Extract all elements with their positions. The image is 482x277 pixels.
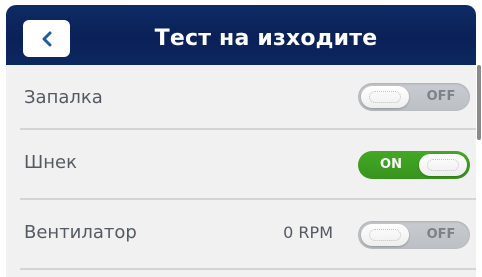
igniter-label: Запалка — [24, 87, 103, 108]
auger-label: Шнек — [24, 152, 77, 173]
fan-toggle[interactable]: OFF — [358, 221, 470, 249]
chevron-left-icon — [40, 31, 54, 47]
toggle-state-label: ON — [380, 157, 402, 172]
list-item-igniter: Запалка OFF — [6, 65, 476, 130]
toggle-knob — [419, 154, 467, 176]
fan-rpm-value: 0 RPM — [283, 223, 333, 242]
fan-label: Вентилатор — [24, 222, 137, 243]
toggle-knob — [361, 86, 409, 108]
page-title: Тест на изходите — [154, 26, 378, 51]
toggle-state-label: OFF — [426, 227, 456, 242]
toggle-knob — [361, 224, 409, 246]
header-bar: Тест на изходите — [6, 5, 476, 65]
outputs-list: Запалка OFF Шнек ON Вентилатор 0 RPM OFF — [6, 65, 476, 277]
back-button[interactable] — [23, 20, 70, 57]
divider — [20, 268, 476, 270]
output-test-screen: Тест на изходите Запалка OFF Шнек ON Вен… — [0, 0, 482, 277]
toggle-state-label: OFF — [426, 89, 456, 104]
igniter-toggle[interactable]: OFF — [358, 83, 470, 111]
auger-toggle[interactable]: ON — [358, 151, 470, 179]
list-item-fan: Вентилатор 0 RPM OFF — [6, 200, 476, 265]
list-item-auger: Шнек ON — [6, 130, 476, 195]
scrollbar[interactable] — [477, 65, 481, 140]
